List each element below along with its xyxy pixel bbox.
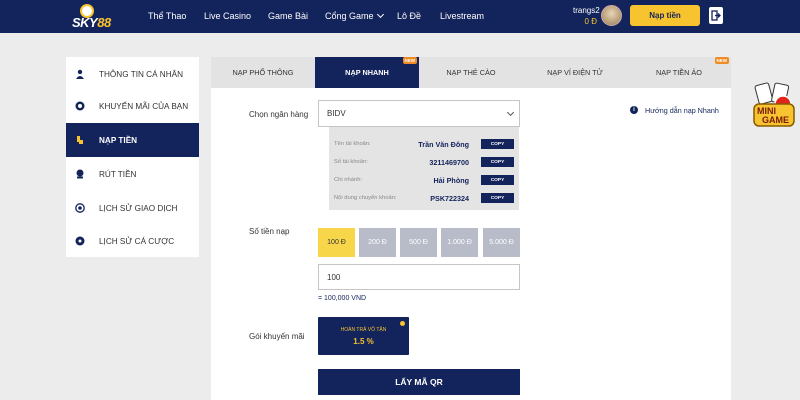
amount-input[interactable]: 100: [318, 264, 520, 290]
bank-row-value: 3211469700: [429, 158, 469, 167]
promo-rate: 1.5 %: [353, 337, 374, 346]
logout-icon: [711, 10, 721, 21]
tab-label: NẠP NHANH: [345, 68, 389, 77]
get-qr-button[interactable]: LẤY MÃ QR: [318, 369, 520, 395]
chevron-down-icon: [506, 108, 515, 117]
nav-game-bai[interactable]: Game Bài: [268, 11, 308, 21]
new-badge: NEW: [402, 57, 417, 64]
logout-button[interactable]: [709, 7, 723, 24]
sidebar-item-withdraw[interactable]: RÚT TIỀN: [66, 157, 199, 191]
tab-nap-vi-dien-tu[interactable]: NẠP VÍ ĐIỆN TỬ: [523, 57, 627, 88]
bank-label: Chọn ngân hàng: [249, 110, 309, 119]
sidebar-item-transaction-history[interactable]: LỊCH SỬ GIAO DỊCH: [66, 191, 199, 225]
promo-card[interactable]: HOÀN TRẢ VÔ TẬN 1.5 %: [318, 317, 409, 355]
withdraw-icon: [76, 169, 84, 179]
bank-row-key: Nội dung chuyển khoản:: [334, 195, 397, 201]
copy-button[interactable]: COPY: [481, 139, 514, 149]
top-navigation-bar: SKY88 Thể Thao Live Casino Game Bài Cổng…: [0, 0, 800, 33]
bank-row-key: Số tài khoản:: [334, 159, 368, 165]
bank-row-account-number: Số tài khoản: 3211469700 COPY: [329, 157, 519, 171]
amount-converted: = 100,000 VND: [318, 295, 367, 302]
amount-option-200[interactable]: 200 Đ: [359, 228, 396, 257]
tab-label: NẠP PHỔ THÔNG: [232, 68, 294, 77]
copy-button[interactable]: COPY: [481, 157, 514, 167]
sidebar-item-label: LỊCH SỬ GIAO DỊCH: [99, 203, 178, 213]
bank-row-transfer-content: Nội dung chuyển khoản: PSK722324 COPY: [329, 193, 519, 207]
deposit-panel: NẠP PHỔ THÔNG NẠP NHANH NEW NẠP THẺ CÀO N…: [211, 57, 731, 400]
bank-account-details: Tên tài khoản: Trần Văn Đông COPY Số tài…: [329, 127, 519, 210]
chevron-down-icon: [376, 10, 384, 19]
nav-lo-de[interactable]: Lô Đề: [397, 11, 421, 21]
nav-cong-game-label: Cổng Game: [325, 11, 374, 21]
deposit-icon: [77, 136, 83, 144]
sidebar-item-label: RÚT TIỀN: [99, 169, 137, 179]
bank-row-value: PSK722324: [430, 194, 469, 203]
nav-live-casino[interactable]: Live Casino: [204, 11, 251, 21]
amount-option-500[interactable]: 500 Đ: [400, 228, 437, 257]
nav-the-thao[interactable]: Thể Thao: [148, 11, 186, 21]
balance: 0 Đ: [584, 17, 597, 26]
tab-label: NẠP THẺ CÀO: [446, 68, 496, 77]
tab-nap-tien-ao[interactable]: NẠP TIỀN ẢO NEW: [627, 57, 731, 88]
amount-label: Số tiền nạp: [249, 227, 290, 236]
ball-icon: [75, 236, 85, 246]
user-info: trangs2 0 Đ: [573, 5, 600, 27]
sidebar-item-label: NẠP TIỀN: [99, 135, 138, 145]
user-icon: [76, 69, 84, 79]
tab-nap-the-cao[interactable]: NẠP THẺ CÀO: [419, 57, 523, 88]
history-icon: [75, 203, 85, 213]
deposit-button[interactable]: Nạp tiền: [630, 5, 700, 26]
promo-title: HOÀN TRẢ VÔ TẬN: [340, 327, 387, 333]
guide-text: Hướng dẫn nạp Nhanh: [645, 106, 719, 115]
deposit-tabs: NẠP PHỔ THÔNG NẠP NHANH NEW NẠP THẺ CÀO N…: [211, 57, 731, 88]
bank-row-account-name: Tên tài khoản: Trần Văn Đông COPY: [329, 139, 519, 153]
bank-select-value: BIDV: [327, 109, 346, 118]
sidebar-item-bet-history[interactable]: LỊCH SỬ CÁ CƯỢC: [66, 224, 199, 258]
copy-button[interactable]: COPY: [481, 175, 514, 185]
sidebar-item-profile[interactable]: THÔNG TIN CÁ NHÂN: [66, 57, 199, 91]
bank-row-value: Trần Văn Đông: [418, 140, 469, 149]
sky88-logo[interactable]: SKY88: [70, 4, 114, 30]
bank-row-key: Chi nhánh:: [334, 177, 363, 183]
account-sidebar: THÔNG TIN CÁ NHÂN KHUYẾN MÃI CỦA BẠN NẠP…: [66, 57, 199, 257]
sidebar-item-label: LỊCH SỬ CÁ CƯỢC: [99, 236, 175, 246]
sidebar-item-deposit[interactable]: NẠP TIỀN: [66, 123, 199, 157]
nav-livestream[interactable]: Livestream: [440, 11, 484, 21]
tab-label: NẠP VÍ ĐIỆN TỬ: [547, 68, 603, 77]
tab-label: NẠP TIỀN ẢO: [656, 68, 702, 77]
gift-icon: [75, 101, 85, 111]
amount-input-value: 100: [327, 272, 341, 282]
tab-nap-nhanh[interactable]: NẠP NHANH NEW: [315, 57, 419, 88]
nav-cong-game[interactable]: Cổng Game: [325, 10, 384, 21]
sidebar-item-label: KHUYẾN MÃI CỦA BẠN: [99, 101, 189, 111]
bank-select[interactable]: BIDV: [318, 100, 520, 127]
minigame-label-game: GAME: [762, 115, 789, 125]
amount-option-5000[interactable]: 5.000 Đ: [483, 228, 520, 257]
minigame-widget[interactable]: MINI GAME: [752, 82, 796, 130]
amount-option-1000[interactable]: 1.000 Đ: [441, 228, 478, 257]
sidebar-item-promotions[interactable]: KHUYẾN MÃI CỦA BẠN: [66, 89, 199, 123]
copy-button[interactable]: COPY: [481, 193, 514, 203]
bank-row-branch: Chi nhánh: Hải Phòng COPY: [329, 175, 519, 189]
promo-label: Gói khuyến mãi: [249, 332, 305, 341]
tab-nap-pho-thong[interactable]: NẠP PHỔ THÔNG: [211, 57, 315, 88]
avatar[interactable]: [601, 5, 622, 26]
amount-option-100[interactable]: 100 Đ: [318, 228, 355, 257]
promo-selected-dot: [400, 321, 405, 326]
info-icon: i: [630, 106, 638, 114]
sidebar-item-label: THÔNG TIN CÁ NHÂN: [99, 69, 184, 79]
bank-row-value: Hải Phòng: [433, 176, 469, 185]
username: trangs2: [573, 6, 600, 15]
bank-row-key: Tên tài khoản:: [334, 141, 371, 147]
logo-text: SKY88: [72, 15, 111, 30]
new-badge: NEW: [714, 57, 729, 64]
